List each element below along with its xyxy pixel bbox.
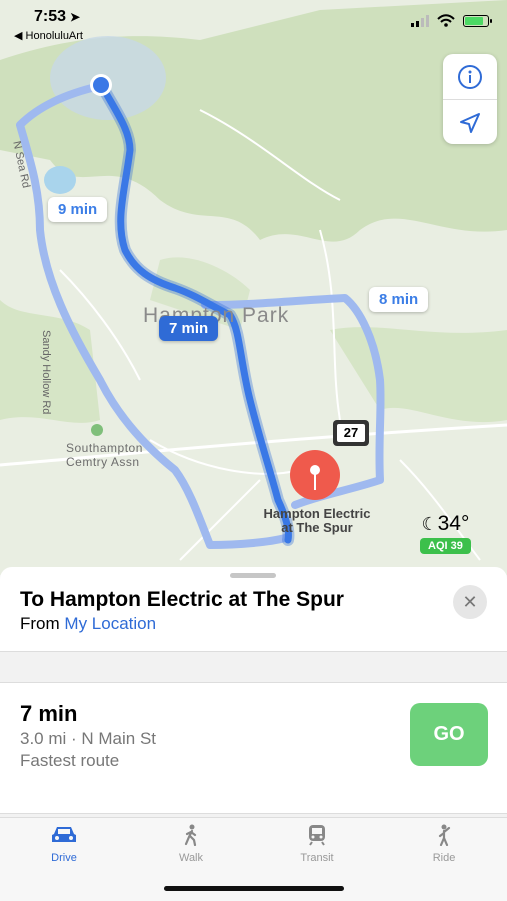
current-location-button[interactable] [443, 99, 497, 144]
status-time: 7:53 ➤ [34, 8, 81, 25]
home-indicator[interactable] [164, 886, 344, 891]
tab-transit-label: Transit [300, 852, 334, 864]
from-label: From [20, 614, 60, 633]
aqi-badge: AQI 39 [420, 538, 471, 554]
weather-widget[interactable]: ☾34° AQI 39 [420, 512, 471, 554]
destination-line1: Hampton Electric [263, 506, 371, 521]
route-detail: 3.0 mi · N Main St [20, 729, 157, 748]
tab-ride-label: Ride [432, 852, 456, 864]
close-icon: ✕ [462, 591, 478, 612]
info-icon [458, 64, 482, 89]
weather-temp: 34° [437, 512, 470, 535]
location-services-icon: ➤ [70, 10, 81, 24]
train-icon [309, 825, 325, 846]
tab-walk-label: Walk [178, 852, 204, 864]
battery-icon [463, 14, 492, 27]
moon-icon: ☾ [421, 514, 438, 534]
wifi-icon [437, 14, 455, 27]
walk-icon [184, 824, 197, 846]
signal-icon [411, 14, 429, 27]
destination-label[interactable]: Hampton Electric at The Spur [242, 507, 392, 535]
tab-walk[interactable]: Walk [146, 824, 236, 864]
system-indicators [411, 14, 492, 27]
car-icon [52, 827, 76, 842]
tab-transit[interactable]: Transit [272, 824, 362, 864]
cemetery-label-line1: Southampton [66, 441, 143, 455]
map-canvas [0, 0, 507, 561]
info-button[interactable] [443, 54, 497, 99]
route-note: Fastest route [20, 751, 120, 770]
route-bubble-alt-right[interactable]: 8 min [369, 287, 429, 312]
tab-drive-label: Drive [51, 852, 77, 864]
route-shield-27: 27 [343, 425, 359, 440]
back-to-app-link[interactable]: ◀ HonoluluArt [14, 29, 83, 42]
cemetery-label-line2: Cemtry Assn [66, 455, 140, 469]
road-label-sandy-hollow: Sandy Hollow Rd [40, 330, 52, 415]
close-button[interactable]: ✕ [453, 585, 487, 619]
ride-icon [438, 824, 451, 846]
route-bubble-alt-left[interactable]: 9 min [48, 197, 108, 222]
route-bubble-selected[interactable]: 7 min [159, 316, 219, 341]
map-view[interactable]: 7:53 ➤ ◀ HonoluluArt 9 min Hampton Park … [0, 0, 507, 575]
map-controls [443, 54, 497, 144]
sheet-header: To Hampton Electric at The Spur From My … [0, 567, 507, 652]
sheet-title: To Hampton Electric at The Spur [20, 588, 344, 611]
destination-line2: at The Spur [281, 520, 353, 535]
status-bar: 7:53 ➤ ◀ HonoluluArt [0, 0, 507, 50]
route-option[interactable]: 7 min 3.0 mi · N Main St Fastest route G… [0, 682, 507, 814]
route-time: 7 min [20, 701, 78, 726]
tab-ride[interactable]: Ride [399, 824, 489, 864]
from-location-link[interactable]: My Location [64, 614, 156, 633]
go-button[interactable]: GO [410, 703, 488, 766]
from-line: From My Location [20, 614, 156, 634]
sheet-grabber[interactable] [230, 573, 276, 578]
location-arrow-icon [460, 112, 480, 133]
tab-drive[interactable]: Drive [19, 824, 109, 864]
